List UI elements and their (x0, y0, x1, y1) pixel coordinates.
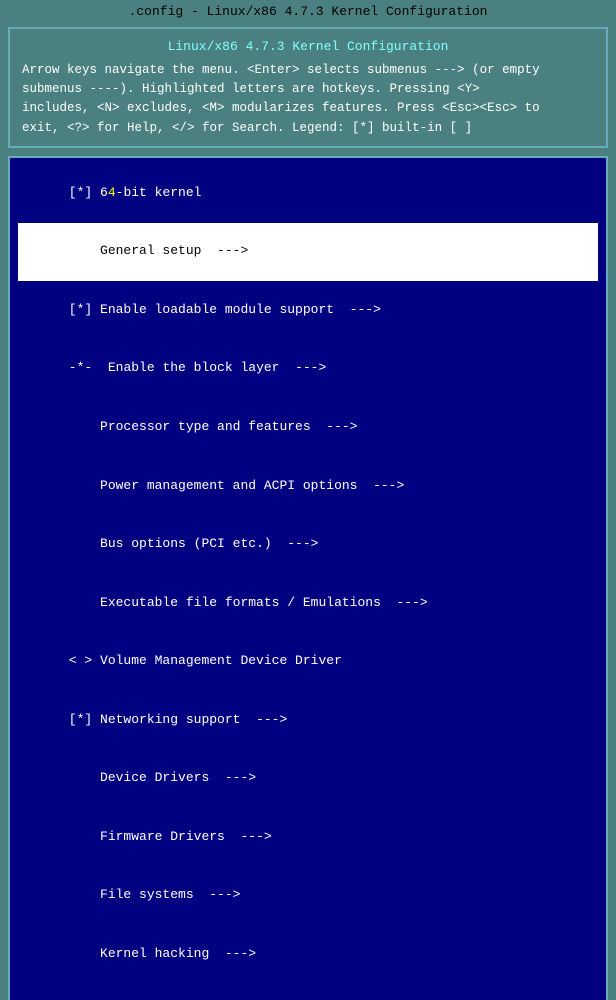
header-line1: Arrow keys navigate the menu. <Enter> se… (22, 63, 540, 77)
menu-item-processor[interactable]: Processor type and features ---> (18, 398, 598, 457)
menu-item-general-setup[interactable]: General setup ---> (18, 223, 598, 282)
menu-item-64bit[interactable]: [*] 64-bit kernel (18, 164, 598, 223)
header-box: Linux/x86 4.7.3 Kernel Configuration Arr… (8, 27, 608, 148)
header-line3: includes, <N> excludes, <M> modularizes … (22, 101, 540, 115)
menu-item-device-drivers[interactable]: Device Drivers ---> (18, 749, 598, 808)
menu-item-file-systems[interactable]: File systems ---> (18, 866, 598, 925)
menu-item-exec-formats[interactable]: Executable file formats / Emulations ---… (18, 574, 598, 633)
menu-box: [*] 64-bit kernel General setup ---> [*]… (8, 156, 608, 1000)
menu-item-volume-mgmt[interactable]: < > Volume Management Device Driver (18, 632, 598, 691)
menu-item-firmware-drivers[interactable]: Firmware Drivers ---> (18, 808, 598, 867)
menu-item-block-layer[interactable]: -*- Enable the block layer ---> (18, 340, 598, 399)
menu-item-security-options[interactable]: Security options ---> (18, 983, 598, 1000)
header-line4: exit, <?> for Help, </> for Search. Lege… (22, 121, 472, 135)
title-bar: .config - Linux/x86 4.7.3 Kernel Configu… (0, 0, 616, 23)
header-line2: submenus ----). Highlighted letters are … (22, 82, 480, 96)
menu-item-kernel-hacking[interactable]: Kernel hacking ---> (18, 925, 598, 984)
menu-item-power-mgmt[interactable]: Power management and ACPI options ---> (18, 457, 598, 516)
title-bar-text: .config - Linux/x86 4.7.3 Kernel Configu… (129, 4, 488, 19)
header-title: Linux/x86 4.7.3 Kernel Configuration (22, 37, 594, 57)
menu-item-bus-options[interactable]: Bus options (PCI etc.) ---> (18, 515, 598, 574)
menu-item-networking[interactable]: [*] Networking support ---> (18, 691, 598, 750)
menu-item-loadable-module[interactable]: [*] Enable loadable module support ---> (18, 281, 598, 340)
